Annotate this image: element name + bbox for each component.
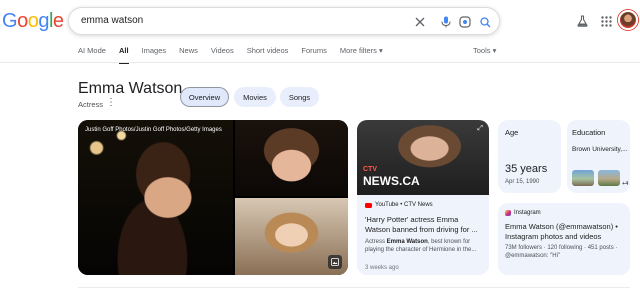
education-thumbnail[interactable] xyxy=(572,170,594,186)
microphone-icon[interactable] xyxy=(438,14,454,30)
entity-subtitle: Actress xyxy=(78,100,104,109)
logo-letter: g xyxy=(38,10,49,32)
chip-movies[interactable]: Movies xyxy=(234,87,276,107)
photo-credit: Justin Goff Photos/Justin Goff Photos/Ge… xyxy=(85,127,222,133)
photo-bottom-right[interactable] xyxy=(235,198,348,275)
labs-flask-icon[interactable] xyxy=(573,12,591,30)
news-age: 3 weeks ago xyxy=(365,265,399,271)
clear-icon[interactable] xyxy=(412,14,428,30)
snippet-prefix: Actress xyxy=(365,239,387,245)
lens-icon[interactable] xyxy=(457,14,473,30)
education-value: Brown University,... xyxy=(572,146,628,153)
education-thumbnail[interactable] xyxy=(598,170,620,186)
tools-button[interactable]: Tools ▾ xyxy=(473,46,496,56)
youtube-icon xyxy=(365,202,372,208)
news-logo-main: NEWS.CA xyxy=(363,174,420,188)
logo-letter: o xyxy=(17,10,28,32)
search-icon[interactable] xyxy=(477,14,493,30)
search-input[interactable]: emma watson xyxy=(81,15,143,26)
tab-videos[interactable]: Videos xyxy=(211,46,234,60)
image-gallery-icon[interactable] xyxy=(328,255,342,269)
education-more-count: +4 xyxy=(622,181,629,187)
account-avatar[interactable] xyxy=(618,10,638,30)
main-photo[interactable]: Justin Goff Photos/Justin Goff Photos/Ge… xyxy=(78,120,233,275)
instagram-card[interactable]: Instagram Emma Watson (@emmawatson) • In… xyxy=(498,203,630,275)
tab-more-filters[interactable]: More filters ▾ xyxy=(340,46,383,60)
photo-top-right[interactable] xyxy=(235,120,348,196)
news-headline[interactable]: 'Harry Potter' actress Emma Watson banne… xyxy=(365,215,483,235)
age-card[interactable]: Age 35 years Apr 15, 1990 xyxy=(498,120,561,193)
header-divider xyxy=(0,62,640,63)
tab-news[interactable]: News xyxy=(179,46,198,60)
instagram-source: Instagram xyxy=(505,210,541,216)
tab-all[interactable]: All xyxy=(119,46,129,60)
education-card[interactable]: Education Brown University,... +4 xyxy=(567,120,630,193)
apps-grid-icon[interactable] xyxy=(597,12,615,30)
logo-letter: e xyxy=(52,10,64,32)
tab-ai-mode[interactable]: AI Mode xyxy=(78,46,106,60)
instagram-source-label: Instagram xyxy=(514,210,541,216)
birth-date: Apr 15, 1990 xyxy=(505,179,540,185)
chip-overview[interactable]: Overview xyxy=(180,87,229,107)
search-box[interactable]: emma watson xyxy=(68,7,500,35)
tab-images[interactable]: Images xyxy=(142,46,167,60)
age-label: Age xyxy=(505,128,519,137)
news-source: YouTube • CTV News xyxy=(365,202,433,208)
entity-title: Emma Watson xyxy=(78,80,183,97)
chip-songs[interactable]: Songs xyxy=(280,87,319,107)
image-mosaic[interactable]: Justin Goff Photos/Justin Goff Photos/Ge… xyxy=(78,120,348,275)
news-snippet: Actress Emma Watson, best known for play… xyxy=(365,238,483,254)
instagram-icon xyxy=(505,210,511,216)
instagram-stats: 73M followers · 120 following · 451 post… xyxy=(505,245,618,259)
snippet-bold: Emma Watson xyxy=(386,239,428,245)
google-logo[interactable]: Google xyxy=(2,10,64,32)
news-card[interactable]: CTV NEWS.CA ⤢ YouTube • CTV News 'Harry … xyxy=(357,120,489,275)
news-thumbnail[interactable]: CTV NEWS.CA ⤢ xyxy=(357,120,489,195)
news-source-label: YouTube • CTV News xyxy=(375,202,433,208)
more-options-icon[interactable]: ⋮ xyxy=(106,98,116,108)
logo-letter: o xyxy=(27,10,39,32)
search-tabs: AI Mode All Images News Videos Short vid… xyxy=(78,46,396,60)
age-value: 35 years xyxy=(505,163,548,175)
tab-short-videos[interactable]: Short videos xyxy=(247,46,289,60)
instagram-title[interactable]: Emma Watson (@emmawatson) • Instagram ph… xyxy=(505,222,625,242)
logo-letter: G xyxy=(2,10,18,32)
section-divider xyxy=(78,287,630,288)
news-logo-top: CTV xyxy=(363,166,377,173)
expand-icon[interactable]: ⤢ xyxy=(477,125,483,133)
tab-forums[interactable]: Forums xyxy=(301,46,326,60)
news-logo: CTV NEWS.CA xyxy=(363,166,420,188)
education-label: Education xyxy=(572,128,606,137)
